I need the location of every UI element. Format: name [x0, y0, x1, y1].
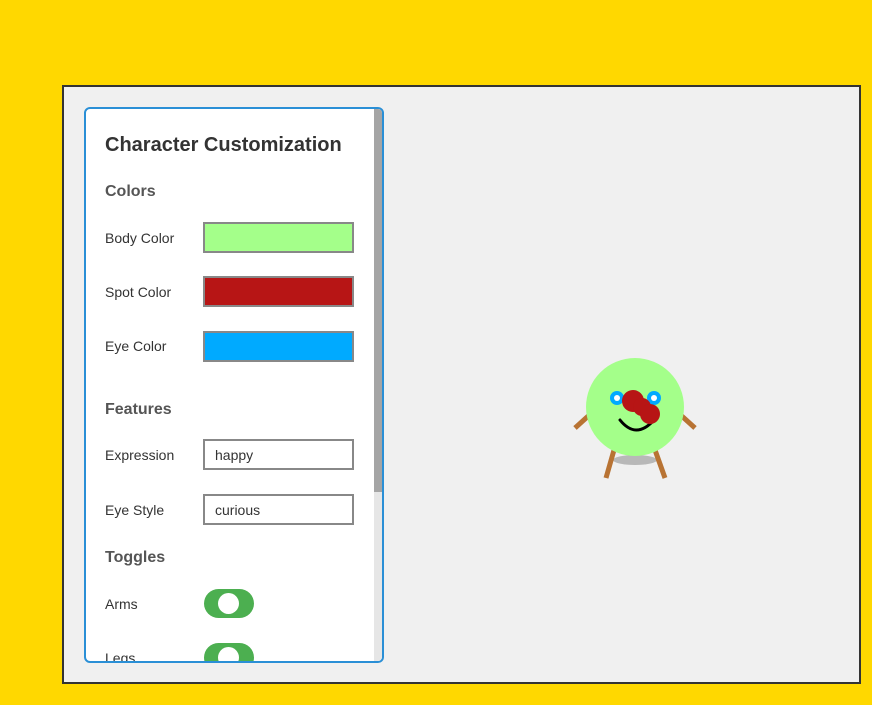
right-leg [652, 449, 668, 479]
panel-content: Character Customization Colors Body Colo… [86, 109, 374, 661]
section-heading-features: Features [105, 401, 172, 418]
section-heading-toggles: Toggles [105, 549, 166, 566]
eye-style-label: Eye Style [105, 502, 165, 518]
character-preview [573, 358, 697, 479]
left-leg [603, 449, 617, 479]
spot-color-label: Spot Color [105, 284, 172, 300]
panel-scrollbar-thumb[interactable] [374, 109, 382, 492]
eye-color-label: Eye Color [105, 338, 167, 354]
legs-toggle-knob [218, 647, 239, 661]
left-eye-highlight [614, 395, 620, 401]
legs-label: Legs [105, 650, 136, 663]
body-color-picker[interactable] [203, 222, 354, 253]
right-eye-highlight [651, 395, 657, 401]
arms-toggle-knob [218, 593, 239, 614]
spot-color-picker[interactable] [203, 276, 354, 307]
customization-panel: Character Customization Colors Body Colo… [84, 107, 384, 663]
section-heading-colors: Colors [105, 183, 156, 200]
panel-title: Character Customization [105, 134, 342, 156]
expression-input[interactable] [203, 439, 354, 470]
expression-label: Expression [105, 447, 175, 463]
arms-toggle[interactable] [204, 589, 254, 618]
body-color-label: Body Color [105, 230, 175, 246]
arms-label: Arms [105, 596, 138, 612]
panel-scrollbar[interactable] [374, 109, 382, 661]
spot-3 [640, 404, 660, 424]
eye-style-input[interactable] [203, 494, 354, 525]
app-frame: Character Customization Colors Body Colo… [62, 85, 861, 684]
eye-color-picker[interactable] [203, 331, 354, 362]
character-shadow [613, 455, 657, 465]
legs-toggle[interactable] [204, 643, 254, 661]
